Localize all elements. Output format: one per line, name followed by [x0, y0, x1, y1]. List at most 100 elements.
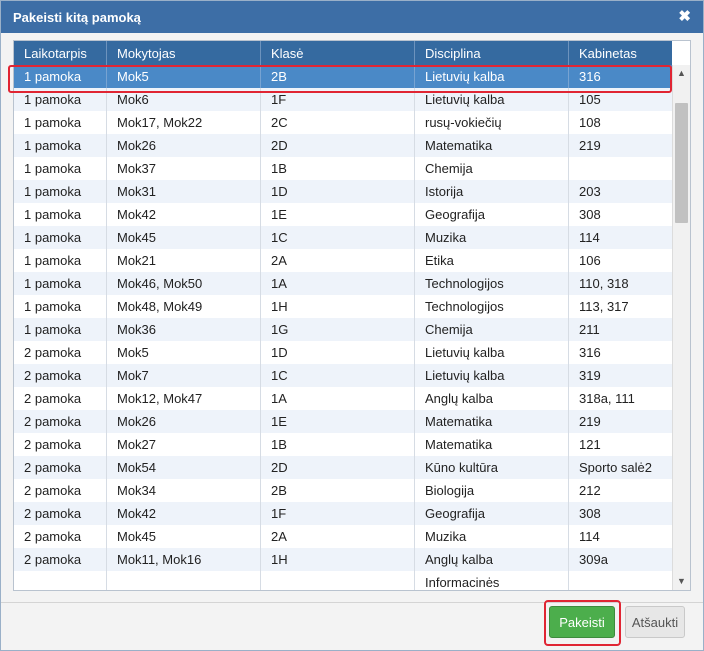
- cell-discipline: Kūno kultūra: [415, 456, 569, 479]
- footer-divider: [1, 602, 703, 603]
- column-header-period[interactable]: Laikotarpis: [14, 41, 107, 65]
- cell-teacher: Mok11, Mok16: [107, 548, 261, 571]
- cell-discipline: Technologijos: [415, 272, 569, 295]
- cell-room: 219: [579, 138, 601, 153]
- cell-class: 1F: [261, 88, 415, 111]
- cell-room: 211: [579, 322, 600, 337]
- column-header-room[interactable]: Kabinetas: [569, 41, 672, 65]
- cell-discipline: rusų-vokiečių: [415, 111, 569, 134]
- cell-period: 2 pamoka: [14, 433, 107, 456]
- cell-discipline: Lietuvių kalba: [415, 65, 569, 88]
- cell-period: 1 pamoka: [14, 249, 107, 272]
- cell-class: 2A: [261, 249, 415, 272]
- scroll-down-icon[interactable]: ▼: [673, 573, 690, 590]
- table-row[interactable]: 1 pamoka Mok21 2A Etika 106: [14, 249, 672, 272]
- cell-teacher: Mok42: [107, 502, 261, 525]
- cell-room: 110, 318: [579, 276, 629, 291]
- cell-period: 2 pamoka: [14, 548, 107, 571]
- vertical-scrollbar[interactable]: ▲ ▼: [672, 65, 690, 590]
- cell-class: 2C: [261, 111, 415, 134]
- cell-discipline: Lietuvių kalba: [415, 341, 569, 364]
- table-row[interactable]: 2 pamoka Mok7 1C Lietuvių kalba 319: [14, 364, 672, 387]
- cell-teacher: Mok6: [107, 88, 261, 111]
- cell-teacher: Mok42: [107, 203, 261, 226]
- cancel-button[interactable]: Atšaukti: [625, 606, 685, 638]
- cell-period: 1 pamoka: [14, 318, 107, 341]
- cell-teacher: Mok36: [107, 318, 261, 341]
- table-row[interactable]: 1 pamoka Mok17, Mok22 2C rusų-vokiečių 108: [14, 111, 672, 134]
- scroll-up-icon[interactable]: ▲: [673, 65, 690, 82]
- column-header-discipline[interactable]: Disciplina: [415, 41, 569, 65]
- cell-room: 318a, 111: [579, 391, 635, 406]
- cell-room: 309a: [579, 552, 608, 567]
- cell-class: 1H: [261, 295, 415, 318]
- table-row[interactable]: 2 pamoka Mok45 2A Muzika 114: [14, 525, 672, 548]
- cell-class: 1D: [261, 180, 415, 203]
- table-row[interactable]: 1 pamoka Mok31 1D Istorija 203: [14, 180, 672, 203]
- cell-period: 2 pamoka: [14, 387, 107, 410]
- cell-discipline: Muzika: [415, 226, 569, 249]
- cell-teacher: Mok27: [107, 433, 261, 456]
- cell-teacher: Mok54: [107, 456, 261, 479]
- cell-period: 1 pamoka: [14, 111, 107, 134]
- cell-discipline: Technologijos: [415, 295, 569, 318]
- table-row[interactable]: 2 pamoka Mok5 1D Lietuvių kalba 316: [14, 341, 672, 364]
- close-icon[interactable]: ✖: [678, 8, 691, 26]
- cell-discipline: Istorija: [415, 180, 569, 203]
- cell-class: 2A: [261, 525, 415, 548]
- cell-period: 1 pamoka: [14, 134, 107, 157]
- table-row[interactable]: 1 pamoka Mok42 1E Geografija 308: [14, 203, 672, 226]
- cell-class: 1E: [261, 203, 415, 226]
- cell-class: 1B: [261, 157, 415, 180]
- cell-period: 1 pamoka: [14, 180, 107, 203]
- table-row[interactable]: 1 pamoka Mok37 1B Chemija: [14, 157, 672, 180]
- cell-class: 2B: [261, 65, 415, 88]
- table-row[interactable]: 2 pamoka Mok54 2D Kūno kultūra Sporto salė2: [14, 456, 672, 479]
- cell-discipline: Informacinės: [415, 571, 569, 590]
- table-row[interactable]: 1 pamoka Mok45 1C Muzika 114: [14, 226, 672, 249]
- cell-discipline: Etika: [415, 249, 569, 272]
- cell-room: 308: [579, 506, 601, 521]
- cell-period: 1 pamoka: [14, 88, 107, 111]
- cell-period: 2 pamoka: [14, 341, 107, 364]
- table-row[interactable]: 2 pamoka Mok34 2B Biologija 212: [14, 479, 672, 502]
- cell-room: 108: [579, 115, 601, 130]
- table-row[interactable]: Informacinės: [14, 571, 672, 590]
- cell-period: 1 pamoka: [14, 203, 107, 226]
- cell-period: 2 pamoka: [14, 502, 107, 525]
- cell-period: 2 pamoka: [14, 525, 107, 548]
- cell-room: 212: [579, 483, 601, 498]
- table-row[interactable]: 2 pamoka Mok26 1E Matematika 219: [14, 410, 672, 433]
- cell-class: 1C: [261, 364, 415, 387]
- table-row[interactable]: 1 pamoka Mok48, Mok49 1H Technologijos 113, …: [14, 295, 672, 318]
- table-row[interactable]: 2 pamoka Mok27 1B Matematika 121: [14, 433, 672, 456]
- table-row[interactable]: 1 pamoka Mok36 1G Chemija 211: [14, 318, 672, 341]
- table-row[interactable]: 2 pamoka Mok12, Mok47 1A Anglų kalba 318a, 1…: [14, 387, 672, 410]
- scrollbar-thumb[interactable]: [675, 103, 688, 223]
- cell-discipline: Matematika: [415, 134, 569, 157]
- cell-class: [261, 571, 415, 590]
- column-header-teacher[interactable]: Mokytojas: [107, 41, 261, 65]
- cell-teacher: Mok26: [107, 410, 261, 433]
- table-row[interactable]: 2 pamoka Mok42 1F Geografija 308: [14, 502, 672, 525]
- cell-room: 219: [579, 414, 601, 429]
- cell-room: [569, 157, 672, 180]
- table-row[interactable]: 2 pamoka Mok11, Mok16 1H Anglų kalba 309a: [14, 548, 672, 571]
- table-row[interactable]: 1 pamoka Mok26 2D Matematika 219: [14, 134, 672, 157]
- table-row[interactable]: 1 pamoka Mok46, Mok50 1A Technologijos 110, …: [14, 272, 672, 295]
- cell-room: 319: [579, 368, 601, 383]
- cell-class: 2B: [261, 479, 415, 502]
- confirm-button[interactable]: Pakeisti: [549, 606, 615, 638]
- cell-teacher: Mok45: [107, 525, 261, 548]
- cell-teacher: Mok45: [107, 226, 261, 249]
- cell-class: 1C: [261, 226, 415, 249]
- table-row[interactable]: 1 pamoka Mok5 2B Lietuvių kalba 316: [14, 65, 672, 88]
- cell-teacher: Mok5: [107, 65, 261, 88]
- grid-header: Laikotarpis Mokytojas Klasė Disciplina K…: [14, 41, 672, 65]
- table-row[interactable]: 1 pamoka Mok6 1F Lietuvių kalba 105: [14, 88, 672, 111]
- cell-teacher: Mok48, Mok49: [107, 295, 261, 318]
- cell-room: 316: [579, 345, 601, 360]
- column-header-class[interactable]: Klasė: [261, 41, 415, 65]
- cell-room: 203: [579, 184, 601, 199]
- cell-discipline: Matematika: [415, 410, 569, 433]
